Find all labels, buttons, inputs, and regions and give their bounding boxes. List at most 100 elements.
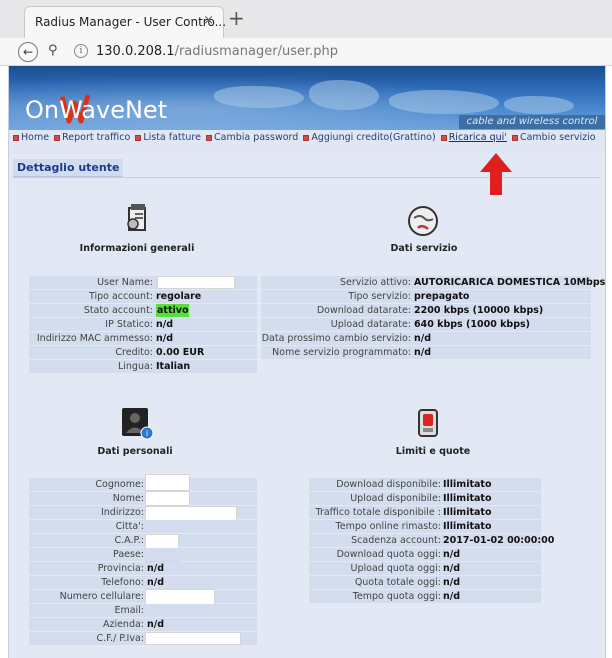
table-row: Stato account: attivo bbox=[29, 304, 257, 317]
tab-close-icon[interactable]: × bbox=[203, 13, 214, 28]
field-label: Cognome: bbox=[95, 479, 144, 490]
field-label: Data prossimo cambio servizio: bbox=[261, 333, 411, 344]
field-label: Upload disponibile: bbox=[350, 493, 441, 504]
person-icon: i bbox=[122, 408, 154, 440]
table-row: Tempo quota oggi: n/d bbox=[309, 590, 541, 603]
table-row: Tempo online rimasto: Illimitato bbox=[309, 520, 541, 533]
field-label: Lingua: bbox=[117, 361, 153, 372]
nav-label: Aggiungi credito(Grattino) bbox=[311, 132, 436, 143]
field-label: Tipo account: bbox=[88, 291, 153, 302]
table-row: Tipo account: regolare bbox=[29, 290, 257, 303]
banner-tagline: cable and wireless control bbox=[459, 115, 605, 129]
table-row: Indirizzo MAC ammesso: n/d bbox=[29, 332, 257, 345]
nav-label: Cambio servizio bbox=[519, 132, 596, 143]
field-value: n/d bbox=[156, 319, 174, 330]
banner-map-shape bbox=[389, 90, 499, 114]
field-value: n/d bbox=[443, 549, 461, 560]
nav-report-traffico[interactable]: Report traffico bbox=[54, 132, 130, 143]
field-value: n/d bbox=[443, 577, 461, 588]
globe-service-icon bbox=[408, 206, 438, 236]
key-icon: ⚲ bbox=[48, 43, 58, 58]
address-bar: ← ⚲ i 130.0.208.1/radiusmanager/user.php bbox=[0, 38, 612, 66]
field-value: n/d bbox=[443, 591, 461, 602]
table-row: Credito: 0.00 EUR bbox=[29, 346, 257, 359]
nav-cambia-password[interactable]: Cambia password bbox=[205, 132, 299, 143]
table-row: Lingua: Italian bbox=[29, 360, 257, 373]
nav-lista-fatture[interactable]: Lista fatture bbox=[135, 132, 201, 143]
field-label: Download datarate: bbox=[316, 305, 411, 316]
field-value: n/d bbox=[443, 563, 461, 574]
nav-label: Cambia password bbox=[213, 132, 299, 143]
field-label: Tempo online rimasto: bbox=[335, 521, 441, 532]
nav-ricarica-qui[interactable]: Ricarica qui' bbox=[440, 132, 507, 143]
nav-label: Ricarica qui' bbox=[448, 132, 507, 143]
table-row: Download disponibile: Illimitato bbox=[309, 478, 541, 491]
field-value: 2017-01-02 00:00:00 bbox=[443, 535, 555, 546]
back-arrow-icon[interactable]: ← bbox=[18, 42, 38, 62]
url-path: /radiusmanager/user.php bbox=[174, 44, 338, 59]
field-label: Stato account: bbox=[83, 305, 153, 316]
field-label: Tempo quota oggi: bbox=[352, 591, 441, 602]
table-row: Scadenza account: 2017-01-02 00:00:00 bbox=[309, 534, 554, 547]
field-label: Download disponibile: bbox=[336, 479, 441, 490]
field-label: Numero cellulare: bbox=[59, 591, 144, 602]
url-host: 130.0.208.1 bbox=[96, 44, 175, 59]
field-value: 0.00 EUR bbox=[156, 347, 205, 358]
field-label: Tipo servizio: bbox=[348, 291, 411, 302]
personal-info-table: Cognome: Nome: Indirizzo: Citta': C.A.P.… bbox=[29, 474, 257, 648]
field-label: Credito: bbox=[115, 347, 153, 358]
banner-map-shape bbox=[309, 80, 379, 110]
info-icon[interactable]: i bbox=[74, 44, 88, 58]
field-label: Azienda: bbox=[102, 619, 144, 630]
site-logo[interactable]: OnWaveNet bbox=[25, 96, 167, 124]
table-row: Citta': bbox=[29, 520, 257, 533]
table-row: Download quota oggi: n/d bbox=[309, 548, 541, 561]
field-label: Indirizzo MAC ammesso: bbox=[36, 333, 153, 344]
field-label: C.F./ P.Iva: bbox=[96, 633, 144, 644]
new-tab-icon[interactable]: + bbox=[228, 6, 245, 30]
browser-tab[interactable]: Radius Manager - User Contro... × bbox=[24, 6, 226, 38]
field-value: Italian bbox=[156, 361, 191, 372]
banner-map-shape bbox=[504, 96, 574, 114]
field-label: Upload quota oggi: bbox=[350, 563, 441, 574]
table-row: Azienda: n/d bbox=[29, 618, 257, 631]
redacted-value bbox=[145, 632, 241, 645]
table-row: User Name: bbox=[29, 276, 257, 289]
table-row: Data prossimo cambio servizio: n/d bbox=[261, 332, 591, 345]
nav-label: Home bbox=[21, 132, 50, 143]
panel-title-limits: Limiti e quote bbox=[395, 446, 471, 457]
field-label: Nome: bbox=[112, 493, 144, 504]
nav-cambio-servizio[interactable]: Cambio servizio bbox=[511, 132, 596, 143]
table-row: IP Statico: n/d bbox=[29, 318, 257, 331]
service-info-table: Servizio attivo: AUTORICARICA DOMESTICA … bbox=[261, 276, 605, 362]
field-label: Servizio attivo: bbox=[339, 277, 411, 288]
bullet-icon bbox=[303, 134, 310, 141]
table-row: C.A.P.: bbox=[29, 534, 257, 562]
panel-title-personal: Dati personali bbox=[97, 446, 173, 457]
bullet-icon bbox=[54, 134, 61, 141]
field-value: n/d bbox=[414, 347, 432, 358]
nav-home[interactable]: Home bbox=[13, 132, 49, 143]
field-label: Traffico totale disponibile : bbox=[315, 507, 441, 518]
url-field[interactable]: 130.0.208.1/radiusmanager/user.php bbox=[96, 44, 338, 59]
field-value: 640 kbps (1000 kbps) bbox=[414, 319, 531, 330]
nav-label: Report traffico bbox=[62, 132, 131, 143]
banner-map-shape bbox=[214, 86, 304, 108]
page-content: OnWaveNet cable and wireless control Hom… bbox=[8, 66, 606, 658]
status-badge: attivo bbox=[156, 304, 190, 317]
field-value: n/d bbox=[147, 619, 165, 630]
field-label: Email: bbox=[114, 605, 144, 616]
general-info-table: User Name: Tipo account: regolare Stato … bbox=[29, 276, 257, 376]
limits-switch-icon bbox=[418, 409, 438, 437]
field-value: regolare bbox=[156, 291, 202, 302]
table-row: C.F./ P.Iva: bbox=[29, 632, 257, 645]
field-label: Quota totale oggi: bbox=[354, 577, 441, 588]
nav-aggiungi-credito[interactable]: Aggiungi credito(Grattino) bbox=[303, 132, 436, 143]
svg-text:i: i bbox=[146, 429, 148, 438]
browser-tabstrip: Radius Manager - User Contro... × + bbox=[0, 0, 612, 38]
field-value: n/d bbox=[414, 333, 432, 344]
user-info-icon bbox=[127, 204, 146, 231]
field-label: Indirizzo: bbox=[100, 507, 144, 518]
panel-title-general: Informazioni generali bbox=[79, 243, 195, 254]
field-value: Illimitato bbox=[443, 507, 492, 518]
